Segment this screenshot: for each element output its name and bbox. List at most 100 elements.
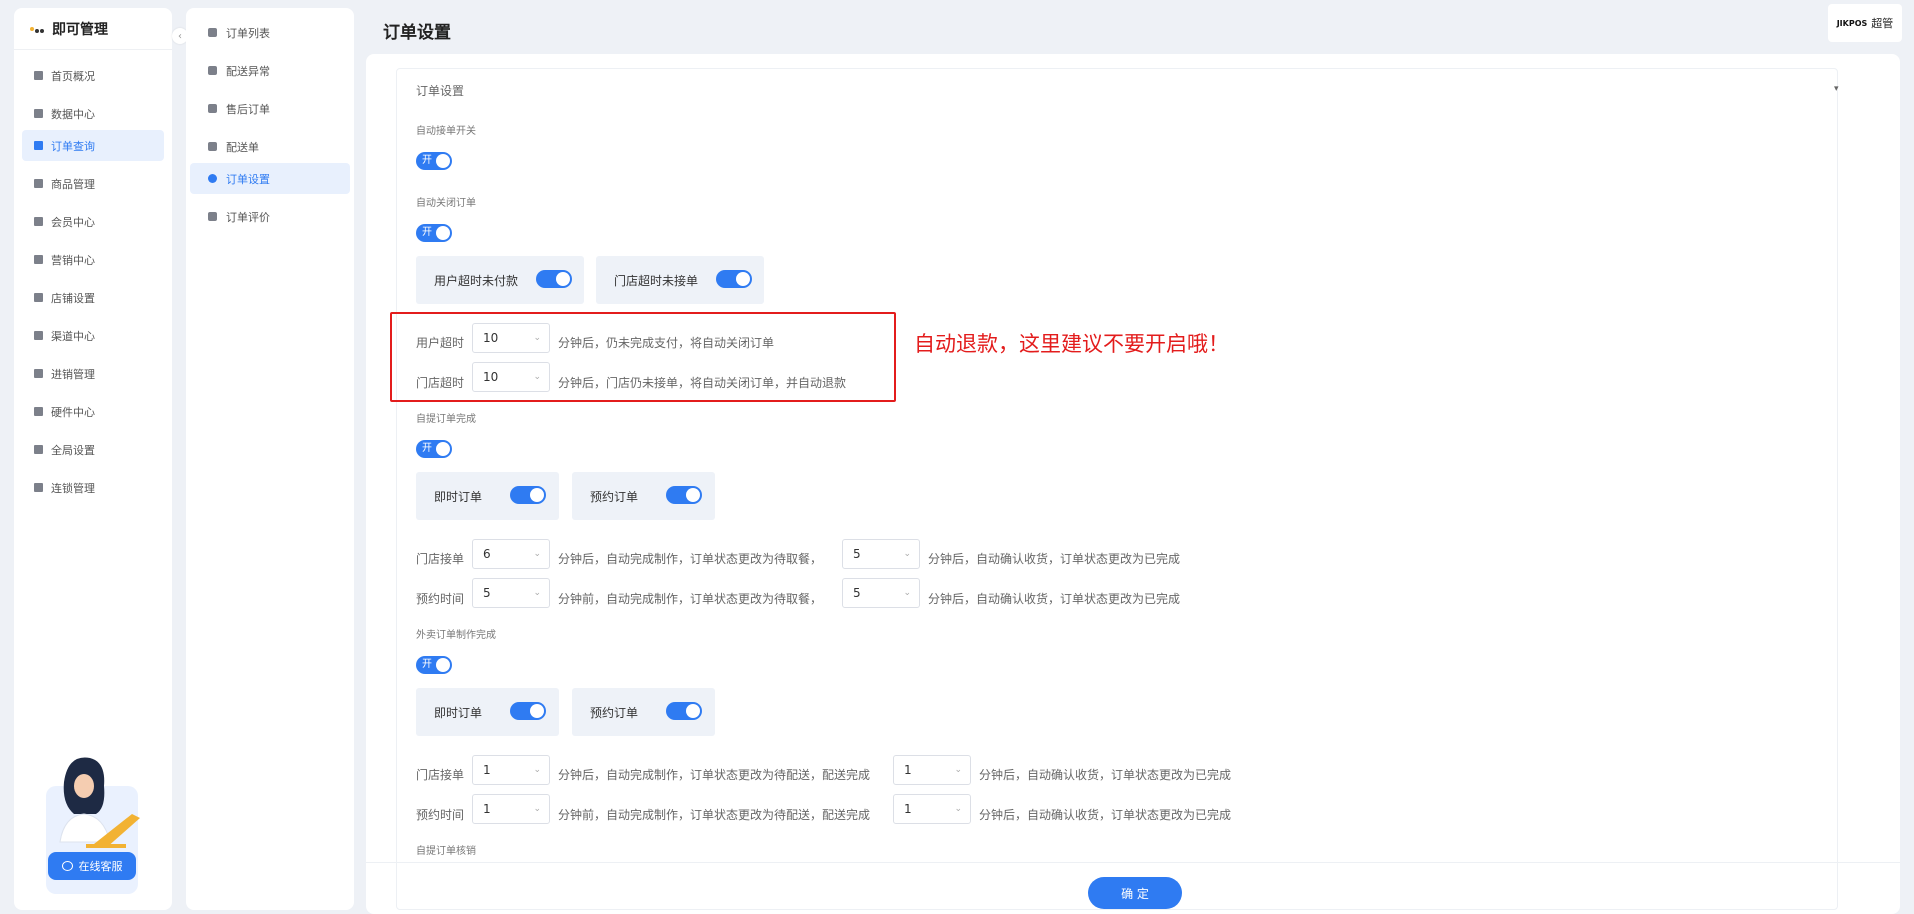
marketing-icon [34, 255, 43, 264]
sidebar-item-hardware[interactable]: 硬件中心 [22, 396, 164, 427]
store-icon [34, 293, 43, 302]
delivery-reserve-select-2[interactable]: 1 ⌄ [893, 794, 971, 824]
row-text: 分钟后，自动确认收货，订单状态更改为已完成 [979, 808, 1232, 822]
auto-close-label: 自动关闭订单 [416, 198, 476, 209]
pickup-accept-select-2[interactable]: 5 ⌄ [842, 539, 920, 569]
option-instant-order: 即时订单 [416, 472, 559, 520]
sidebar-item-store[interactable]: 店铺设置 [22, 282, 164, 313]
instant-order-switch[interactable] [510, 486, 546, 504]
submenu-item-order-list[interactable]: 订单列表 [190, 17, 350, 48]
auto-close-switch[interactable]: 开 [416, 224, 452, 242]
option-label: 预约订单 [590, 489, 639, 504]
switch-knob [436, 226, 450, 240]
submenu-item-label: 订单评价 [226, 210, 270, 224]
list-icon [208, 28, 217, 37]
self-pickup-switch[interactable]: 开 [416, 440, 452, 458]
delivery-accept-select-1[interactable]: 1 ⌄ [472, 755, 550, 785]
sidebar-item-label: 店铺设置 [51, 291, 95, 305]
switch-on-text: 开 [422, 443, 432, 454]
page-title: 订单设置 [383, 23, 451, 43]
sidebar-item-marketing[interactable]: 营销中心 [22, 244, 164, 275]
bar-chart-icon [34, 109, 43, 118]
sidebar-item-global-settings[interactable]: 全局设置 [22, 434, 164, 465]
submenu-item-label: 订单列表 [226, 26, 270, 40]
option-user-unpaid: 用户超时未付款 [416, 256, 584, 304]
reserved-order-switch[interactable] [666, 702, 702, 720]
sidebar-item-products[interactable]: 商品管理 [22, 168, 164, 199]
sidebar-item-label: 会员中心 [51, 215, 95, 229]
auto-accept-label: 自动接单开关 [416, 126, 476, 137]
submenu-item-label: 配送异常 [226, 64, 270, 78]
bag-icon [34, 179, 43, 188]
brand: 即可管理 [14, 8, 172, 50]
sidebar-item-home[interactable]: 首页概况 [22, 60, 164, 91]
submenu-item-order-reviews[interactable]: 订单评价 [190, 201, 350, 232]
select-value: 1 [483, 802, 491, 816]
sidebar-item-members[interactable]: 会员中心 [22, 206, 164, 237]
gear-icon [208, 174, 217, 183]
submenu-item-order-settings[interactable]: 订单设置 [190, 163, 350, 194]
row-label: 预约时间 [416, 592, 465, 606]
row-text: 分钟后，自动完成制作，订单状态更改为待配送，配送完成 [558, 768, 871, 782]
dashboard-icon [34, 71, 43, 80]
chevron-down-icon: ⌄ [533, 549, 541, 559]
delivery-reserve-select-1[interactable]: 1 ⌄ [472, 794, 550, 824]
member-icon [34, 217, 43, 226]
user-unpaid-switch[interactable] [536, 270, 572, 288]
pickup-reserve-select-2[interactable]: 5 ⌄ [842, 578, 920, 608]
chevron-down-icon: ⌄ [954, 765, 962, 775]
submenu-item-delivery-exception[interactable]: 配送异常 [190, 55, 350, 86]
row-text: 分钟后，自动确认收货，订单状态更改为已完成 [928, 592, 1181, 606]
submenu-item-after-sale[interactable]: 售后订单 [190, 93, 350, 124]
sidebar-item-label: 连锁管理 [51, 481, 95, 495]
option-label: 预约订单 [590, 705, 639, 720]
chevron-down-icon[interactable]: ▾ [1834, 84, 1839, 94]
row-text: 分钟后，自动确认收货，订单状态更改为已完成 [928, 552, 1181, 566]
inventory-icon [34, 369, 43, 378]
chevron-down-icon: ⌄ [954, 804, 962, 814]
sidebar-item-data[interactable]: 数据中心 [22, 98, 164, 129]
sidebar-item-chain[interactable]: 连锁管理 [22, 472, 164, 503]
sidebar-item-channel[interactable]: 渠道中心 [22, 320, 164, 351]
confirm-button[interactable]: 确 定 [1088, 877, 1182, 909]
sidebar-item-inventory[interactable]: 进销管理 [22, 358, 164, 389]
sidebar-item-label: 首页概况 [51, 69, 95, 83]
sidebar-item-orders[interactable]: 订单查询 [22, 130, 164, 161]
pickup-reserve-select-1[interactable]: 5 ⌄ [472, 578, 550, 608]
row-label: 预约时间 [416, 808, 465, 822]
switch-knob [530, 704, 544, 718]
self-pickup-verify-label: 自提订单核销 [416, 846, 476, 857]
row-text: 分钟前，自动完成制作，订单状态更改为待配送，配送完成 [558, 808, 871, 822]
footer-divider [366, 862, 1900, 863]
store-not-accepted-switch[interactable] [716, 270, 752, 288]
delivery-switch[interactable]: 开 [416, 656, 452, 674]
switch-knob [436, 658, 450, 672]
select-value: 5 [853, 586, 861, 600]
select-value: 1 [904, 802, 912, 816]
shield-icon [34, 483, 43, 492]
delivery-label: 外卖订单制作完成 [416, 630, 496, 641]
switch-knob [436, 442, 450, 456]
submenu: 订单列表 配送异常 售后订单 配送单 订单设置 订单评价 [186, 8, 354, 910]
user-name: 超管 [1871, 17, 1894, 30]
select-value: 6 [483, 547, 491, 561]
annotation-highlight-box [390, 312, 896, 402]
self-pickup-label: 自提订单完成 [416, 414, 476, 425]
reserved-order-switch[interactable] [666, 486, 702, 504]
option-label: 门店超时未接单 [614, 273, 699, 288]
user-badge[interactable]: JIKPOS 超管 [1828, 4, 1902, 42]
delivery-accept-select-2[interactable]: 1 ⌄ [893, 755, 971, 785]
sidebar-item-label: 渠道中心 [51, 329, 95, 343]
online-support-button[interactable]: 在线客服 [48, 852, 136, 880]
hardware-icon [34, 407, 43, 416]
sidebar-item-label: 进销管理 [51, 367, 95, 381]
auto-accept-switch[interactable]: 开 [416, 152, 452, 170]
instant-order-switch[interactable] [510, 702, 546, 720]
option-label: 用户超时未付款 [434, 273, 519, 288]
card-title: 订单设置 [416, 84, 465, 98]
row-text: 分钟后，自动确认收货，订单状态更改为已完成 [979, 768, 1232, 782]
chevron-down-icon: ⌄ [533, 588, 541, 598]
pickup-accept-select-1[interactable]: 6 ⌄ [472, 539, 550, 569]
submenu-item-delivery[interactable]: 配送单 [190, 131, 350, 162]
chevron-down-icon: ⌄ [903, 549, 911, 559]
